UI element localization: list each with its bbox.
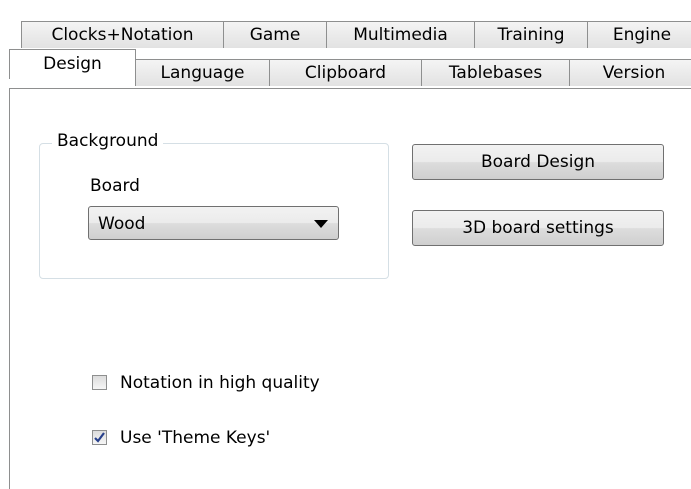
tab-tablebases[interactable]: Tablebases xyxy=(421,59,570,86)
use-theme-keys-label[interactable]: Use 'Theme Keys' xyxy=(120,426,270,450)
board-select[interactable]: Wood xyxy=(88,206,339,240)
tab-design[interactable]: Design xyxy=(9,49,136,79)
tab-version[interactable]: Version xyxy=(569,59,691,86)
tab-multimedia[interactable]: Multimedia xyxy=(326,21,475,48)
notation-high-quality-label[interactable]: Notation in high quality xyxy=(120,371,320,395)
board-design-button[interactable]: Board Design xyxy=(412,144,664,180)
tab-clocks-notation[interactable]: Clocks+Notation xyxy=(21,21,224,48)
notation-high-quality-checkbox[interactable] xyxy=(92,375,107,390)
tab-language[interactable]: Language xyxy=(135,59,270,86)
use-theme-keys-checkbox[interactable] xyxy=(92,430,107,445)
tab-clipboard[interactable]: Clipboard xyxy=(269,59,422,86)
tab-training[interactable]: Training xyxy=(474,21,588,48)
board-label: Board xyxy=(90,176,140,196)
3d-board-settings-button[interactable]: 3D board settings xyxy=(412,210,664,246)
triangle-down-icon xyxy=(314,220,328,228)
board-select-value: Wood xyxy=(98,214,146,234)
tab-engine[interactable]: Engine xyxy=(587,21,691,48)
tab-game[interactable]: Game xyxy=(223,21,327,48)
background-group-title: Background xyxy=(52,129,164,153)
checkmark-icon xyxy=(94,432,105,443)
